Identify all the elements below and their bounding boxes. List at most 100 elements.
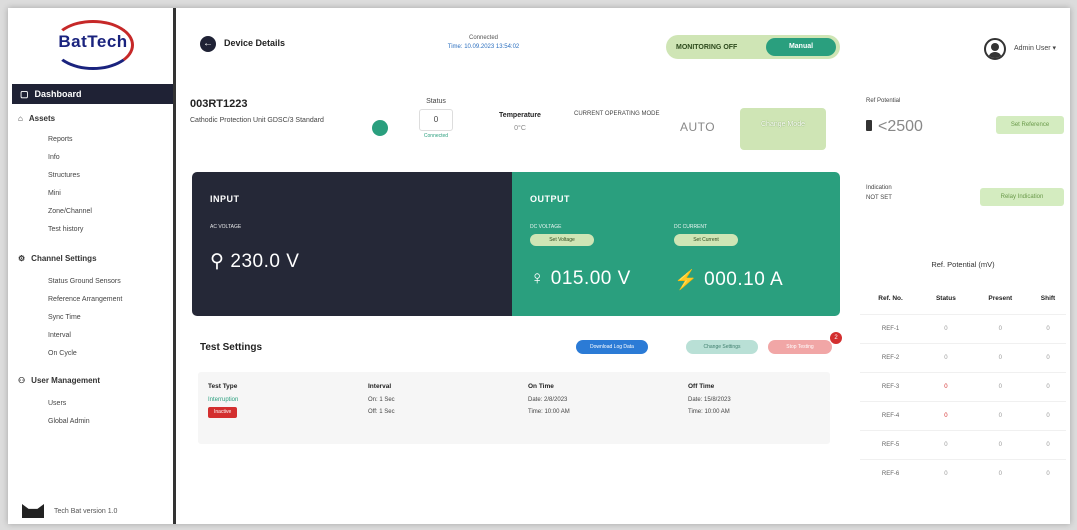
shift-cell: 0: [1030, 458, 1066, 488]
sidebar-item-sync-time[interactable]: Sync Time: [48, 314, 81, 321]
download-log-button[interactable]: Download Log Data: [576, 340, 648, 354]
lightning-icon: ⚡: [674, 270, 699, 291]
brand-logo[interactable]: BatTech: [48, 20, 138, 74]
users-icon: ⚇: [18, 376, 26, 385]
sidebar-item-label: Dashboard: [34, 89, 82, 99]
app-window: BatTech ▢ Dashboard ⌂ Assets Reports Inf…: [8, 8, 1070, 524]
set-reference-button[interactable]: Set Reference: [996, 116, 1064, 134]
status-cell: 0: [921, 371, 971, 401]
user-menu[interactable]: Admin User ▾: [1014, 44, 1056, 52]
sidebar-group-user-management[interactable]: ⚇ User Management: [18, 376, 100, 385]
page-title: Device Details: [224, 38, 286, 48]
sidebar-item-reference[interactable]: Reference Arrangement: [48, 296, 122, 303]
sidebar-item-dashboard[interactable]: ▢ Dashboard: [12, 84, 173, 104]
sidebar-item-on-cycle[interactable]: On Cycle: [48, 350, 77, 357]
table-row: REF-6 0 0 0: [860, 458, 1066, 488]
on-time: Time: 10:00 AM: [528, 409, 570, 416]
indication-box: Indication NOT SET: [866, 184, 892, 203]
shift-cell: 0: [1030, 342, 1066, 372]
present-cell: 0: [970, 371, 1030, 401]
dc-current-value: ⚡ 000.10 A: [674, 268, 783, 292]
ac-voltage-label: AC VOLTAGE: [210, 224, 242, 230]
change-settings-button[interactable]: Change Settings: [686, 340, 758, 354]
status-cell: 0: [921, 458, 971, 488]
sidebar-group-assets[interactable]: ⌂ Assets: [18, 114, 55, 123]
sidebar-item-reports[interactable]: Reports: [48, 136, 73, 143]
table-row: REF-1 0 0 0: [860, 313, 1066, 343]
status-cell: 0: [921, 313, 971, 343]
set-current-button[interactable]: Set Current: [674, 234, 738, 246]
ref-cell: REF-1: [860, 313, 922, 343]
test-settings-title: Test Settings: [200, 342, 263, 353]
sidebar-item-info[interactable]: Info: [48, 154, 60, 161]
right-panel: Ref Potential <2500 Set Reference Indica…: [856, 98, 1070, 524]
col-on-time: On Time Date: 2/8/2023 Time: 10:00 AM: [528, 380, 570, 419]
shift-cell: 0: [1030, 371, 1066, 401]
sidebar-item-ground-sensors[interactable]: Status Ground Sensors: [48, 278, 121, 285]
sidebar-item-global-admin[interactable]: Global Admin: [48, 418, 90, 425]
shift-cell: 0: [1030, 400, 1066, 430]
user-name: Admin User: [1014, 45, 1051, 52]
ac-voltage-value: ⚲ 230.0 V: [210, 250, 299, 273]
test-settings-table: Test Type Interruption Inactive Interval…: [198, 372, 830, 444]
sidebar: BatTech ▢ Dashboard ⌂ Assets Reports Inf…: [8, 8, 176, 524]
on-date: Date: 2/8/2023: [528, 396, 568, 403]
avatar[interactable]: [984, 38, 1006, 60]
present-cell: 0: [970, 342, 1030, 372]
home-icon: ⌂: [18, 114, 23, 123]
ref-cell: REF-3: [860, 371, 922, 401]
pin-icon: ♀: [530, 268, 545, 289]
temperature-label: Temperature: [499, 112, 541, 119]
temperature-box: Temperature 0°C: [492, 110, 548, 135]
header: ← Device Details Connected Time: 10.09.2…: [178, 8, 1070, 92]
set-voltage-button[interactable]: Set Voltage: [530, 234, 594, 246]
input-title: INPUT: [210, 194, 240, 204]
online-indicator-icon: [372, 120, 388, 136]
sidebar-item-interval[interactable]: Interval: [48, 332, 71, 339]
status-sub: Connected: [423, 133, 449, 139]
table-row: REF-5 0 0 0: [860, 429, 1066, 459]
monitoring-toggle[interactable]: MONITORING OFF Manual: [666, 35, 840, 59]
stop-testing-button[interactable]: Stop Testing: [768, 340, 832, 354]
io-panel: INPUT AC VOLTAGE ⚲ 230.0 V OUTPUT DC VOL…: [192, 172, 840, 316]
mode-label: CURRENT OPERATING MODE: [574, 111, 660, 117]
column-header: Present: [988, 295, 1013, 303]
sidebar-item-zone[interactable]: Zone/Channel: [48, 208, 92, 215]
indication-value: NOT SET: [866, 194, 892, 201]
sidebar-group-label: Channel Settings: [31, 254, 97, 263]
test-type-value[interactable]: Interruption: [208, 394, 238, 407]
ref-cell: REF-2: [860, 342, 922, 372]
shift-cell: 0: [1030, 313, 1066, 343]
column-header: On Time: [528, 383, 554, 390]
chevron-down-icon: ▾: [1052, 45, 1057, 52]
column-header: Shift: [1040, 295, 1056, 303]
cat-logo-icon: [22, 504, 44, 518]
back-icon[interactable]: ←: [200, 36, 216, 52]
sidebar-item-test-history[interactable]: Test history: [48, 226, 83, 233]
battery-icon: [866, 120, 872, 131]
interval-off: Off: 1 Sec: [368, 409, 395, 416]
indication-title: Indication: [866, 185, 892, 191]
column-header: Ref. No.: [878, 295, 903, 303]
test-settings-card: Test Settings Download Log Data Change S…: [192, 324, 842, 456]
status-label: Status: [426, 98, 446, 105]
off-time: Time: 10:00 AM: [688, 409, 730, 416]
sidebar-group-label: Assets: [28, 114, 56, 123]
present-cell: 0: [970, 400, 1030, 430]
column-header: Status: [935, 295, 956, 303]
sidebar-item-users[interactable]: Users: [48, 400, 66, 407]
status-cell: 0: [921, 400, 971, 430]
relay-indication-button[interactable]: Relay Indication: [980, 188, 1064, 206]
connection-time: Time: 10.09.2023 13:54:02: [447, 44, 520, 50]
sidebar-group-channel-settings[interactable]: ⚙ Channel Settings: [18, 254, 97, 263]
sidebar-item-structures[interactable]: Structures: [48, 172, 80, 179]
change-mode-button[interactable]: Change Mode: [740, 108, 826, 150]
plug-icon: ⚲: [210, 251, 225, 272]
manual-button[interactable]: Manual: [766, 38, 836, 56]
column-header: Test Type: [208, 383, 238, 390]
sidebar-group-label: User Management: [31, 376, 101, 385]
sidebar-item-mini[interactable]: Mini: [48, 190, 61, 197]
col-off-time: Off Time Date: 15/8/2023 Time: 10:00 AM: [688, 380, 731, 419]
table-row: REF-3 0 0 0: [860, 371, 1066, 401]
table-row: REF-4 0 0 0: [860, 400, 1066, 430]
